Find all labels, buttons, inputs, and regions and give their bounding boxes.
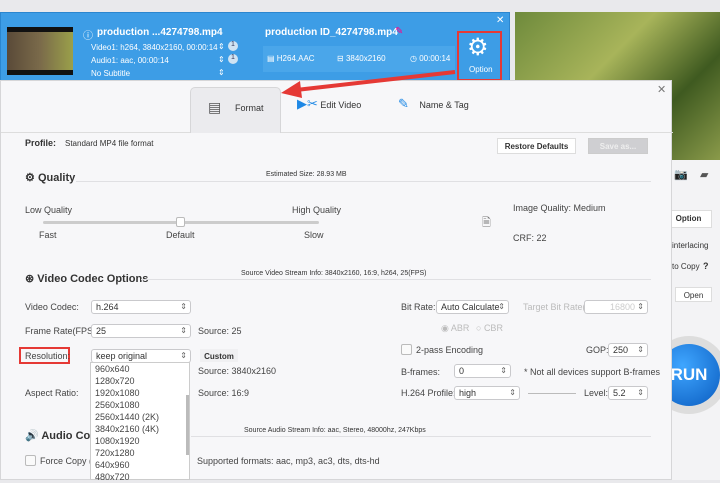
annotation-arrow — [281, 70, 456, 98]
